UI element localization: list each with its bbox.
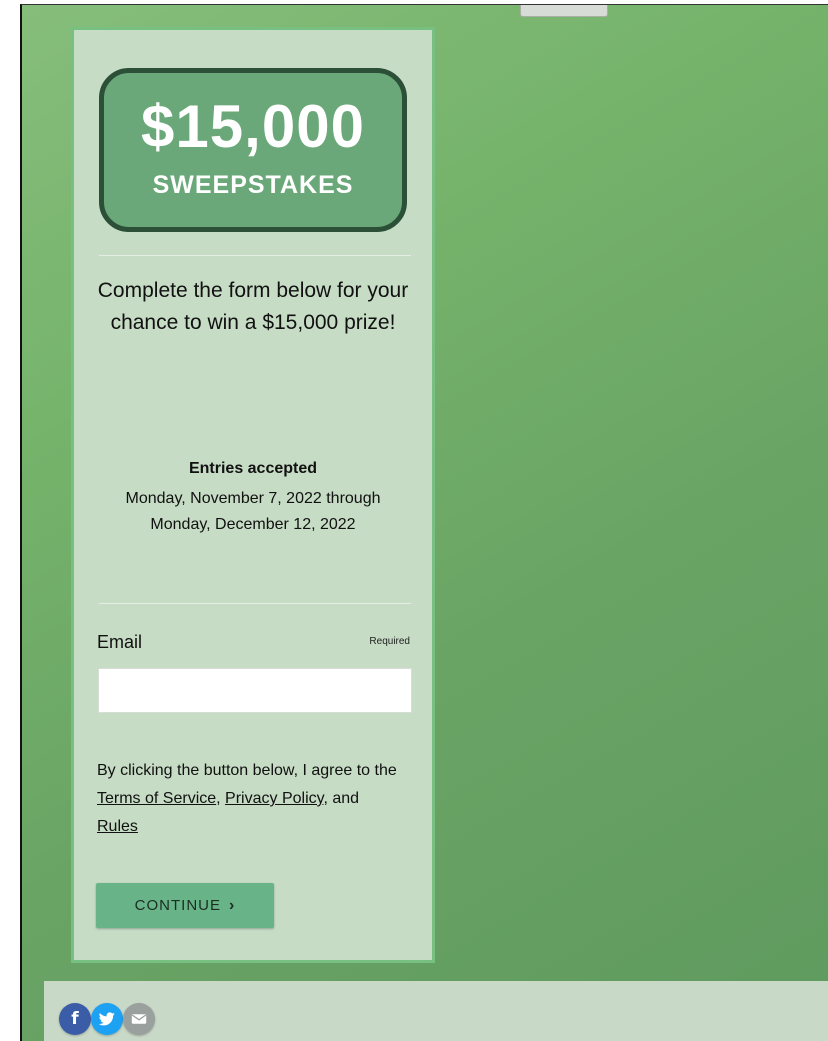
required-label: Required [369, 636, 410, 647]
consent-and: , and [323, 790, 360, 807]
email-icon [131, 1014, 147, 1024]
chevron-right-icon: › [229, 896, 236, 914]
consent-comma: , [216, 790, 221, 807]
twitter-icon [99, 1012, 115, 1026]
continue-button[interactable]: CONTINUE › [96, 883, 274, 928]
consent-text: By clicking the button below, I agree to… [97, 757, 397, 841]
rules-link[interactable]: Rules [97, 818, 138, 835]
badge-amount: $15,000 [141, 93, 365, 160]
share-bar: f [44, 981, 828, 1041]
facebook-share-button[interactable]: f [59, 1003, 91, 1035]
sweepstakes-badge: $15,000 SWEEPSTAKES [99, 68, 407, 232]
badge-subtitle: SWEEPSTAKES [152, 171, 354, 199]
divider [99, 255, 411, 256]
top-tab[interactable] [520, 5, 608, 17]
privacy-policy-link[interactable]: Privacy Policy [225, 790, 323, 807]
page-background: $15,000 SWEEPSTAKES Complete the form be… [20, 4, 828, 1041]
entries-title: Entries accepted [188, 460, 318, 477]
sweepstakes-panel: $15,000 SWEEPSTAKES Complete the form be… [71, 27, 435, 963]
facebook-icon: f [71, 1008, 79, 1029]
email-field[interactable] [98, 668, 412, 713]
email-label: Email [97, 632, 143, 652]
twitter-share-button[interactable] [91, 1003, 123, 1035]
divider [99, 603, 411, 604]
email-share-button[interactable] [123, 1003, 155, 1035]
continue-label: CONTINUE [134, 897, 221, 914]
consent-prefix: By clicking the button below, I agree to… [97, 762, 397, 779]
entries-dates: Monday, November 7, 2022 through Monday,… [125, 490, 381, 533]
lead-text: Complete the form below for your chance … [97, 279, 409, 334]
terms-of-service-link[interactable]: Terms of Service [97, 790, 216, 807]
